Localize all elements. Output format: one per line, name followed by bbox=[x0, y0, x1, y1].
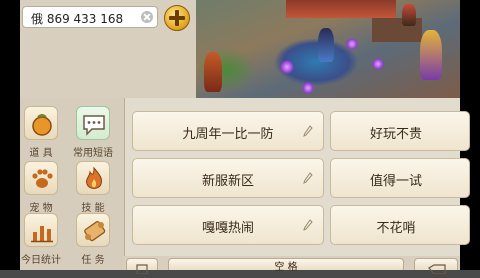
magic-orb bbox=[280, 60, 294, 74]
space-button[interactable]: 空 格 bbox=[168, 258, 404, 273]
sidebar-item-label: 任 务 bbox=[81, 255, 105, 266]
sidebar-item-label: 常用短语 bbox=[73, 148, 113, 159]
bag-icon bbox=[32, 114, 52, 136]
sidebar-item-label: 技 能 bbox=[81, 203, 105, 214]
phrase-button[interactable]: 好玩不贵 bbox=[330, 111, 470, 151]
magic-orb bbox=[346, 38, 358, 50]
tool-sidebar: 道 具 常用短语 宠 物 技 能 今日统计 任 务 bbox=[20, 98, 125, 270]
character-sprite bbox=[420, 30, 442, 80]
phrase-button[interactable]: 嘎嘎热闹 bbox=[132, 205, 324, 245]
backspace-button[interactable] bbox=[414, 258, 458, 275]
chat-input-text: 俄 869 433 168 bbox=[31, 12, 124, 26]
building-roof bbox=[286, 0, 396, 18]
sidebar-item-tasks[interactable] bbox=[76, 213, 110, 247]
edit-button[interactable] bbox=[126, 258, 158, 275]
edit-pencil-icon[interactable] bbox=[303, 172, 313, 184]
character-sprite bbox=[318, 28, 334, 62]
edit-pencil-icon[interactable] bbox=[303, 125, 313, 137]
sidebar-item-phrases[interactable] bbox=[76, 106, 110, 140]
space-label: 空 格 bbox=[274, 262, 298, 273]
edit-icon bbox=[136, 264, 148, 275]
npc-sprite bbox=[402, 4, 416, 26]
flame-icon bbox=[86, 166, 102, 189]
sidebar-item-pets[interactable] bbox=[24, 161, 58, 195]
phrase-text: 九周年一比一防 bbox=[182, 127, 274, 142]
sidebar-item-skills[interactable] bbox=[76, 161, 110, 195]
sidebar-item-label: 道 具 bbox=[29, 148, 53, 159]
phrase-button[interactable]: 不花哨 bbox=[330, 205, 470, 245]
sidebar-item-items[interactable] bbox=[24, 106, 58, 140]
phrase-text: 新服新区 bbox=[201, 174, 254, 189]
backspace-icon bbox=[428, 264, 446, 275]
scroll-icon bbox=[84, 221, 106, 242]
magic-orb bbox=[302, 82, 314, 94]
phrase-text: 值得一试 bbox=[369, 174, 422, 189]
left-letterbox bbox=[0, 0, 20, 270]
sidebar-item-label: 宠 物 bbox=[29, 203, 53, 214]
phrase-text: 嘎嘎热闹 bbox=[201, 221, 254, 236]
game-scene[interactable] bbox=[196, 0, 460, 98]
phrase-text: 好玩不贵 bbox=[369, 127, 422, 142]
add-button[interactable] bbox=[164, 5, 190, 31]
bar-chart-icon bbox=[31, 226, 53, 243]
magic-orb bbox=[372, 58, 384, 70]
clear-x-icon[interactable] bbox=[141, 11, 153, 23]
edit-pencil-icon[interactable] bbox=[303, 219, 313, 231]
phrase-button[interactable]: 九周年一比一防 bbox=[132, 111, 324, 151]
phrase-button[interactable]: 新服新区 bbox=[132, 158, 324, 198]
phrase-button[interactable]: 值得一试 bbox=[330, 158, 470, 198]
phrase-text: 不花哨 bbox=[376, 221, 416, 236]
sidebar-item-stats[interactable] bbox=[24, 213, 58, 247]
chat-input-bar: 俄 869 433 168 bbox=[20, 0, 196, 99]
chat-bubble-icon bbox=[83, 115, 105, 136]
paw-icon bbox=[32, 169, 53, 188]
sidebar-item-label: 今日统计 bbox=[21, 255, 61, 266]
character-sprite bbox=[204, 52, 222, 92]
chat-input[interactable]: 俄 869 433 168 bbox=[22, 6, 158, 28]
